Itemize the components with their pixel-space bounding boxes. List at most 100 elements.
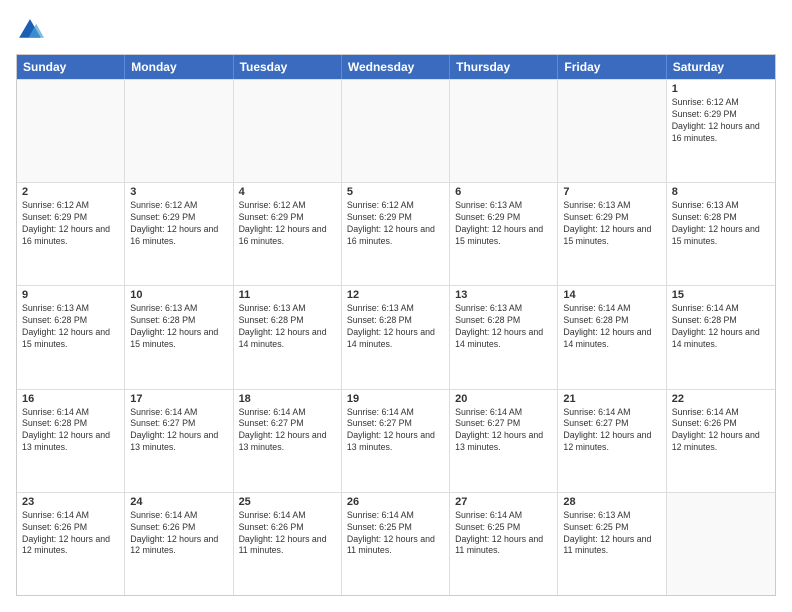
page: SundayMondayTuesdayWednesdayThursdayFrid… <box>0 0 792 612</box>
weekday-header: Thursday <box>450 55 558 79</box>
logo <box>16 16 46 44</box>
day-number: 2 <box>22 186 119 198</box>
calendar-cell: 18 Sunrise: 6:14 AM Sunset: 6:27 PM Dayli… <box>234 390 342 492</box>
calendar-row: 23 Sunrise: 6:14 AM Sunset: 6:26 PM Dayli… <box>17 492 775 595</box>
calendar-cell <box>17 80 125 182</box>
calendar-cell: 12 Sunrise: 6:13 AM Sunset: 6:28 PM Dayli… <box>342 286 450 388</box>
day-number: 18 <box>239 393 336 405</box>
logo-icon <box>16 16 44 44</box>
cell-info: Sunrise: 6:12 AM Sunset: 6:29 PM Dayligh… <box>22 200 119 248</box>
calendar-cell: 14 Sunrise: 6:14 AM Sunset: 6:28 PM Dayli… <box>558 286 666 388</box>
calendar-cell: 13 Sunrise: 6:13 AM Sunset: 6:28 PM Dayli… <box>450 286 558 388</box>
calendar-cell: 22Sunrise: 6:14 AM Sunset: 6:26 PM Dayli… <box>667 390 775 492</box>
day-number: 10 <box>130 289 227 301</box>
calendar-cell: 15 Sunrise: 6:14 AM Sunset: 6:28 PM Dayli… <box>667 286 775 388</box>
day-number: 14 <box>563 289 660 301</box>
weekday-header: Friday <box>558 55 666 79</box>
cell-info: Sunrise: 6:14 AM Sunset: 6:27 PM Dayligh… <box>347 407 444 455</box>
day-number: 12 <box>347 289 444 301</box>
cell-info: Sunrise: 6:14 AM Sunset: 6:28 PM Dayligh… <box>563 303 660 351</box>
calendar: SundayMondayTuesdayWednesdayThursdayFrid… <box>16 54 776 596</box>
calendar-cell <box>558 80 666 182</box>
day-number: 11 <box>239 289 336 301</box>
calendar-cell: 19Sunrise: 6:14 AM Sunset: 6:27 PM Dayli… <box>342 390 450 492</box>
weekday-header: Wednesday <box>342 55 450 79</box>
calendar-cell <box>667 493 775 595</box>
calendar-header: SundayMondayTuesdayWednesdayThursdayFrid… <box>17 55 775 79</box>
calendar-cell: 9 Sunrise: 6:13 AM Sunset: 6:28 PM Daylig… <box>17 286 125 388</box>
cell-info: Sunrise: 6:14 AM Sunset: 6:27 PM Dayligh… <box>239 407 336 455</box>
calendar-cell: 25Sunrise: 6:14 AM Sunset: 6:26 PM Dayli… <box>234 493 342 595</box>
cell-info: Sunrise: 6:14 AM Sunset: 6:27 PM Dayligh… <box>455 407 552 455</box>
calendar-cell: 3 Sunrise: 6:12 AM Sunset: 6:29 PM Daylig… <box>125 183 233 285</box>
calendar-cell: 8 Sunrise: 6:13 AM Sunset: 6:28 PM Daylig… <box>667 183 775 285</box>
calendar-cell: 27 Sunrise: 6:14 AM Sunset: 6:25 PM Dayli… <box>450 493 558 595</box>
cell-info: Sunrise: 6:14 AM Sunset: 6:27 PM Dayligh… <box>130 407 227 455</box>
cell-info: Sunrise: 6:13 AM Sunset: 6:29 PM Dayligh… <box>563 200 660 248</box>
cell-info: Sunrise: 6:13 AM Sunset: 6:28 PM Dayligh… <box>347 303 444 351</box>
calendar-cell: 20 Sunrise: 6:14 AM Sunset: 6:27 PM Dayli… <box>450 390 558 492</box>
cell-info: Sunrise: 6:12 AM Sunset: 6:29 PM Dayligh… <box>239 200 336 248</box>
day-number: 20 <box>455 393 552 405</box>
day-number: 8 <box>672 186 770 198</box>
calendar-body: 1 Sunrise: 6:12 AM Sunset: 6:29 PM Daylig… <box>17 79 775 595</box>
cell-info: Sunrise: 6:13 AM Sunset: 6:28 PM Dayligh… <box>672 200 770 248</box>
cell-info: Sunrise: 6:13 AM Sunset: 6:28 PM Dayligh… <box>130 303 227 351</box>
weekday-header: Tuesday <box>234 55 342 79</box>
day-number: 1 <box>672 83 770 95</box>
weekday-header: Saturday <box>667 55 775 79</box>
day-number: 24 <box>130 496 227 508</box>
cell-info: Sunrise: 6:13 AM Sunset: 6:29 PM Dayligh… <box>455 200 552 248</box>
day-number: 13 <box>455 289 552 301</box>
weekday-header: Monday <box>125 55 233 79</box>
calendar-cell: 6 Sunrise: 6:13 AM Sunset: 6:29 PM Daylig… <box>450 183 558 285</box>
weekday-header: Sunday <box>17 55 125 79</box>
cell-info: Sunrise: 6:14 AM Sunset: 6:25 PM Dayligh… <box>347 510 444 558</box>
calendar-cell: 21 Sunrise: 6:14 AM Sunset: 6:27 PM Dayli… <box>558 390 666 492</box>
calendar-cell <box>234 80 342 182</box>
day-number: 5 <box>347 186 444 198</box>
calendar-cell: 23 Sunrise: 6:14 AM Sunset: 6:26 PM Dayli… <box>17 493 125 595</box>
day-number: 17 <box>130 393 227 405</box>
day-number: 26 <box>347 496 444 508</box>
calendar-cell: 17 Sunrise: 6:14 AM Sunset: 6:27 PM Dayli… <box>125 390 233 492</box>
day-number: 15 <box>672 289 770 301</box>
header <box>16 16 776 44</box>
calendar-cell <box>450 80 558 182</box>
cell-info: Sunrise: 6:14 AM Sunset: 6:25 PM Dayligh… <box>455 510 552 558</box>
day-number: 22 <box>672 393 770 405</box>
calendar-cell: 24 Sunrise: 6:14 AM Sunset: 6:26 PM Dayli… <box>125 493 233 595</box>
cell-info: Sunrise: 6:12 AM Sunset: 6:29 PM Dayligh… <box>347 200 444 248</box>
calendar-cell: 10 Sunrise: 6:13 AM Sunset: 6:28 PM Dayli… <box>125 286 233 388</box>
cell-info: Sunrise: 6:14 AM Sunset: 6:26 PM Dayligh… <box>22 510 119 558</box>
calendar-cell <box>342 80 450 182</box>
calendar-cell: 7Sunrise: 6:13 AM Sunset: 6:29 PM Daylig… <box>558 183 666 285</box>
day-number: 28 <box>563 496 660 508</box>
day-number: 23 <box>22 496 119 508</box>
calendar-cell: 2 Sunrise: 6:12 AM Sunset: 6:29 PM Daylig… <box>17 183 125 285</box>
day-number: 16 <box>22 393 119 405</box>
day-number: 4 <box>239 186 336 198</box>
calendar-cell: 26 Sunrise: 6:14 AM Sunset: 6:25 PM Dayli… <box>342 493 450 595</box>
calendar-cell: 11 Sunrise: 6:13 AM Sunset: 6:28 PM Dayli… <box>234 286 342 388</box>
calendar-row: 2 Sunrise: 6:12 AM Sunset: 6:29 PM Daylig… <box>17 182 775 285</box>
cell-info: Sunrise: 6:14 AM Sunset: 6:28 PM Dayligh… <box>672 303 770 351</box>
cell-info: Sunrise: 6:14 AM Sunset: 6:26 PM Dayligh… <box>130 510 227 558</box>
calendar-row: 9 Sunrise: 6:13 AM Sunset: 6:28 PM Daylig… <box>17 285 775 388</box>
cell-info: Sunrise: 6:13 AM Sunset: 6:28 PM Dayligh… <box>239 303 336 351</box>
calendar-cell: 5 Sunrise: 6:12 AM Sunset: 6:29 PM Daylig… <box>342 183 450 285</box>
cell-info: Sunrise: 6:12 AM Sunset: 6:29 PM Dayligh… <box>130 200 227 248</box>
cell-info: Sunrise: 6:13 AM Sunset: 6:28 PM Dayligh… <box>455 303 552 351</box>
cell-info: Sunrise: 6:12 AM Sunset: 6:29 PM Dayligh… <box>672 97 770 145</box>
calendar-cell: 1 Sunrise: 6:12 AM Sunset: 6:29 PM Daylig… <box>667 80 775 182</box>
cell-info: Sunrise: 6:14 AM Sunset: 6:26 PM Dayligh… <box>239 510 336 558</box>
day-number: 21 <box>563 393 660 405</box>
day-number: 6 <box>455 186 552 198</box>
day-number: 27 <box>455 496 552 508</box>
cell-info: Sunrise: 6:13 AM Sunset: 6:25 PM Dayligh… <box>563 510 660 558</box>
calendar-cell <box>125 80 233 182</box>
day-number: 3 <box>130 186 227 198</box>
cell-info: Sunrise: 6:13 AM Sunset: 6:28 PM Dayligh… <box>22 303 119 351</box>
cell-info: Sunrise: 6:14 AM Sunset: 6:27 PM Dayligh… <box>563 407 660 455</box>
day-number: 9 <box>22 289 119 301</box>
